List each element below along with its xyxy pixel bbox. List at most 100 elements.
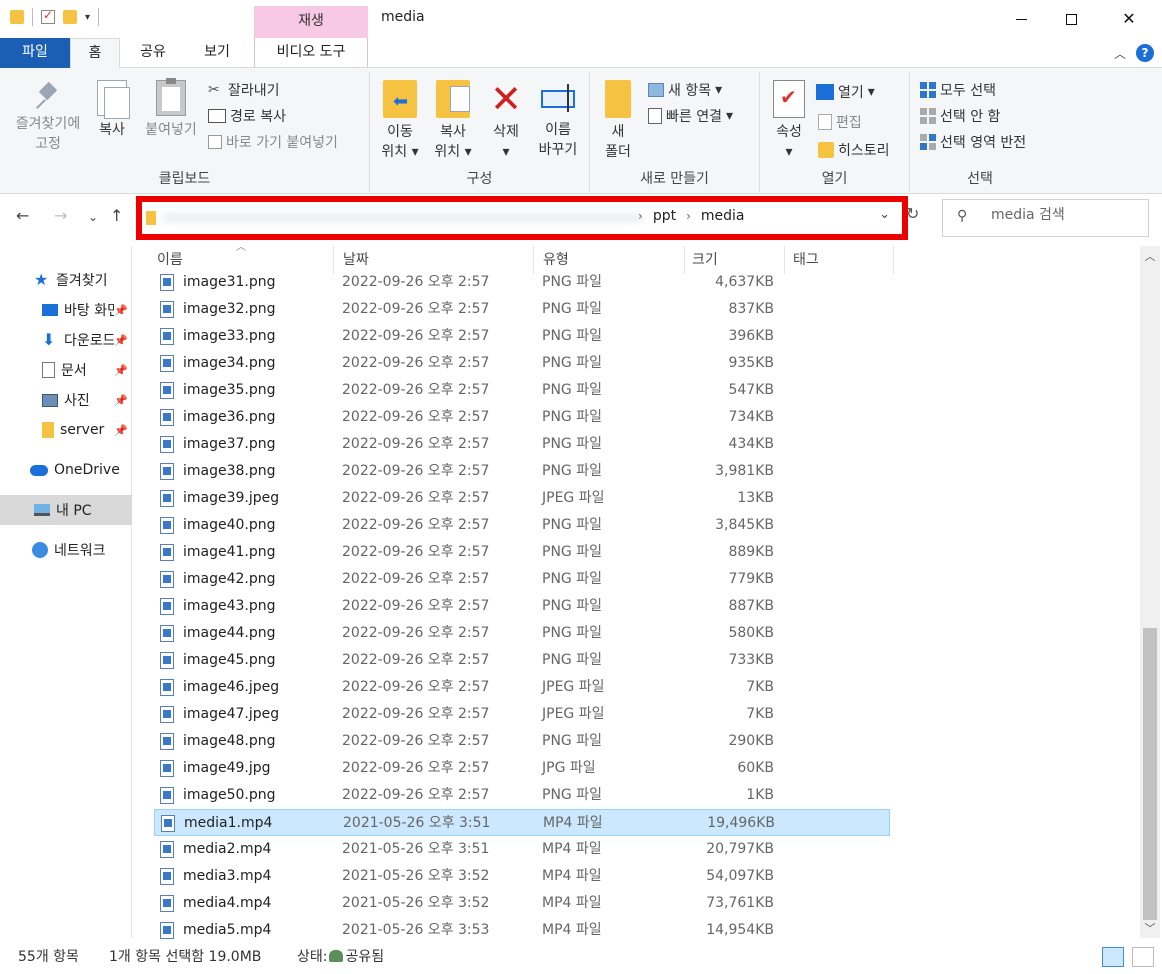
copy-button[interactable]: 복사	[92, 80, 132, 140]
table-row[interactable]: image31.png 2022-09-26 오후 2:57 PNG 파일 4,637…	[154, 269, 890, 296]
minimize-button[interactable]	[996, 0, 1046, 38]
cut-button[interactable]: ✂ 잘라내기	[208, 80, 280, 100]
scrollbar-thumb[interactable]	[1143, 628, 1157, 920]
table-row[interactable]: image38.png 2022-09-26 오후 2:57 PNG 파일 3,981…	[154, 458, 890, 485]
table-row[interactable]: image46.jpeg 2022-09-26 오후 2:57 JPEG 파일 7KB	[154, 674, 890, 701]
easy-access-button[interactable]: 빠른 연결 ▾	[648, 106, 733, 126]
tab-home[interactable]: 홈	[70, 38, 120, 69]
table-row[interactable]: image36.png 2022-09-26 오후 2:57 PNG 파일 734KB	[154, 404, 890, 431]
new-folder-icon[interactable]	[63, 10, 77, 24]
delete-dropdown-icon[interactable]: ▾	[486, 142, 526, 162]
pin-icon	[34, 80, 62, 110]
close-button[interactable]: ✕	[1104, 0, 1154, 38]
table-row[interactable]: image43.png 2022-09-26 오후 2:57 PNG 파일 887KB	[154, 593, 890, 620]
sidebar-item-server[interactable]: server 📌	[0, 415, 132, 445]
select-all-button[interactable]: 모두 선택	[920, 80, 996, 100]
recent-locations-button[interactable]: ⌄	[88, 210, 98, 224]
search-box[interactable]: ⚲	[942, 199, 1149, 237]
sidebar-item-documents[interactable]: 문서 📌	[0, 355, 132, 385]
table-row[interactable]: image49.jpg 2022-09-26 오후 2:57 JPG 파일 60KB	[154, 755, 890, 782]
customize-qat-icon[interactable]: ▾	[85, 12, 90, 23]
table-row[interactable]: image34.png 2022-09-26 오후 2:57 PNG 파일 935KB	[154, 350, 890, 377]
scroll-down-icon[interactable]: ﹀	[1140, 920, 1160, 936]
scroll-up-icon[interactable]: ︿	[1140, 248, 1160, 264]
tab-file[interactable]: 파일	[0, 38, 70, 68]
sidebar-item-network[interactable]: 네트워크	[0, 535, 132, 565]
table-row[interactable]: image50.png 2022-09-26 오후 2:57 PNG 파일 1KB	[154, 782, 890, 809]
properties-button[interactable]: 속성 ▾	[770, 80, 808, 162]
breadcrumb-ppt[interactable]: ppt	[653, 208, 676, 224]
rename-button[interactable]: 이름 바꾸기	[532, 80, 584, 160]
file-date: 2022-09-26 오후 2:57	[342, 490, 490, 506]
breadcrumb-media[interactable]: media	[701, 208, 745, 224]
up-button[interactable]: ↑	[110, 206, 123, 225]
help-icon[interactable]: ?	[1136, 44, 1154, 62]
table-row[interactable]: image35.png 2022-09-26 오후 2:57 PNG 파일 547KB	[154, 377, 890, 404]
copy-to-button[interactable]: 복사 위치 ▾	[428, 80, 478, 162]
sidebar-item-desktop[interactable]: 바탕 화면 📌	[0, 295, 132, 325]
folder-icon	[10, 10, 24, 24]
large-icons-view-button[interactable]	[1132, 947, 1154, 967]
table-row[interactable]: image40.png 2022-09-26 오후 2:57 PNG 파일 3,845…	[154, 512, 890, 539]
vertical-scrollbar[interactable]: ︿ ﹀	[1140, 246, 1160, 938]
select-none-button[interactable]: 선택 안 함	[920, 106, 1000, 126]
search-input[interactable]	[991, 207, 1141, 223]
table-row[interactable]: image48.png 2022-09-26 오후 2:57 PNG 파일 290KB	[154, 728, 890, 755]
table-row[interactable]: image45.png 2022-09-26 오후 2:57 PNG 파일 733KB	[154, 647, 890, 674]
maximize-button[interactable]	[1046, 0, 1096, 38]
chevron-down-icon[interactable]: ⌄	[879, 207, 890, 222]
new-folder-button[interactable]: 새 폴더	[600, 80, 636, 162]
copy-path-button[interactable]: 경로 복사	[208, 106, 286, 126]
file-name: image33.png	[183, 328, 276, 344]
delete-button[interactable]: ✕ 삭제 ▾	[486, 80, 526, 162]
file-size: 3,981KB	[715, 463, 774, 479]
paste-button[interactable]: 붙여넣기	[138, 78, 204, 140]
table-row[interactable]: image37.png 2022-09-26 오후 2:57 PNG 파일 434KB	[154, 431, 890, 458]
image-file-icon	[160, 382, 174, 399]
file-size: 19,496KB	[707, 815, 775, 831]
table-row[interactable]: image42.png 2022-09-26 오후 2:57 PNG 파일 779KB	[154, 566, 890, 593]
pin-to-quick-access-button[interactable]: 즐겨찾기에 고정	[8, 80, 88, 154]
new-item-button[interactable]: 새 항목 ▾	[648, 80, 722, 100]
table-row[interactable]: media4.mp4 2021-05-26 오후 3:52 MP4 파일 73,761…	[154, 890, 890, 917]
table-row[interactable]: media1.mp4 2021-05-26 오후 3:51 MP4 파일 19,496…	[154, 809, 890, 836]
move-to-button[interactable]: 이동 위치 ▾	[378, 80, 422, 162]
file-name: image37.png	[183, 436, 276, 452]
open-button[interactable]: 열기 ▾	[816, 82, 875, 102]
column-divider[interactable]	[893, 246, 894, 274]
tab-video-tools[interactable]: 비디오 도구	[254, 38, 368, 68]
back-button[interactable]: ←	[16, 206, 29, 225]
select-all-icon	[920, 82, 936, 98]
table-row[interactable]: image39.jpeg 2022-09-26 오후 2:57 JPEG 파일 13K…	[154, 485, 890, 512]
table-row[interactable]: image33.png 2022-09-26 오후 2:57 PNG 파일 396KB	[154, 323, 890, 350]
history-button[interactable]: 히스토리	[818, 140, 890, 160]
sidebar-item-downloads[interactable]: ⬇ 다운로드 📌	[0, 325, 132, 355]
forward-button[interactable]: →	[54, 206, 67, 225]
file-date: 2022-09-26 오후 2:57	[342, 382, 490, 398]
refresh-icon[interactable]: ↻	[906, 204, 930, 232]
table-row[interactable]: image44.png 2022-09-26 오후 2:57 PNG 파일 580KB	[154, 620, 890, 647]
context-tab-play[interactable]: 재생	[254, 6, 368, 38]
sidebar-item-onedrive[interactable]: OneDrive	[0, 455, 132, 485]
table-row[interactable]: media2.mp4 2021-05-26 오후 3:51 MP4 파일 20,797…	[154, 836, 890, 863]
address-bar[interactable]: › ppt › media ⌄	[136, 196, 908, 240]
properties-dropdown-icon[interactable]: ▾	[770, 142, 808, 162]
table-row[interactable]: image47.jpeg 2022-09-26 오후 2:57 JPEG 파일 7KB	[154, 701, 890, 728]
edit-button[interactable]: 편집	[818, 112, 862, 132]
table-row[interactable]: media3.mp4 2021-05-26 오후 3:52 MP4 파일 54,097…	[154, 863, 890, 890]
table-row[interactable]: image32.png 2022-09-26 오후 2:57 PNG 파일 837KB	[154, 296, 890, 323]
properties-icon[interactable]	[41, 8, 55, 24]
sidebar-item-quick-access[interactable]: ★ 즐겨찾기	[0, 265, 132, 295]
sidebar-item-this-pc[interactable]: 내 PC	[0, 495, 132, 525]
sidebar-item-pictures[interactable]: 사진 📌	[0, 385, 132, 415]
blurred-path	[162, 213, 642, 223]
table-row[interactable]: image41.png 2022-09-26 오후 2:57 PNG 파일 889KB	[154, 539, 890, 566]
tab-share[interactable]: 공유	[128, 38, 178, 68]
invert-selection-button[interactable]: 선택 영역 반전	[920, 132, 1026, 152]
details-view-button[interactable]	[1102, 947, 1124, 967]
collapse-ribbon-icon[interactable]: ︿	[1114, 45, 1126, 62]
file-date: 2022-09-26 오후 2:57	[342, 328, 490, 344]
image-file-icon	[160, 274, 174, 291]
paste-shortcut-button[interactable]: 바로 가기 붙여넣기	[208, 132, 338, 152]
tab-view[interactable]: 보기	[188, 38, 246, 68]
